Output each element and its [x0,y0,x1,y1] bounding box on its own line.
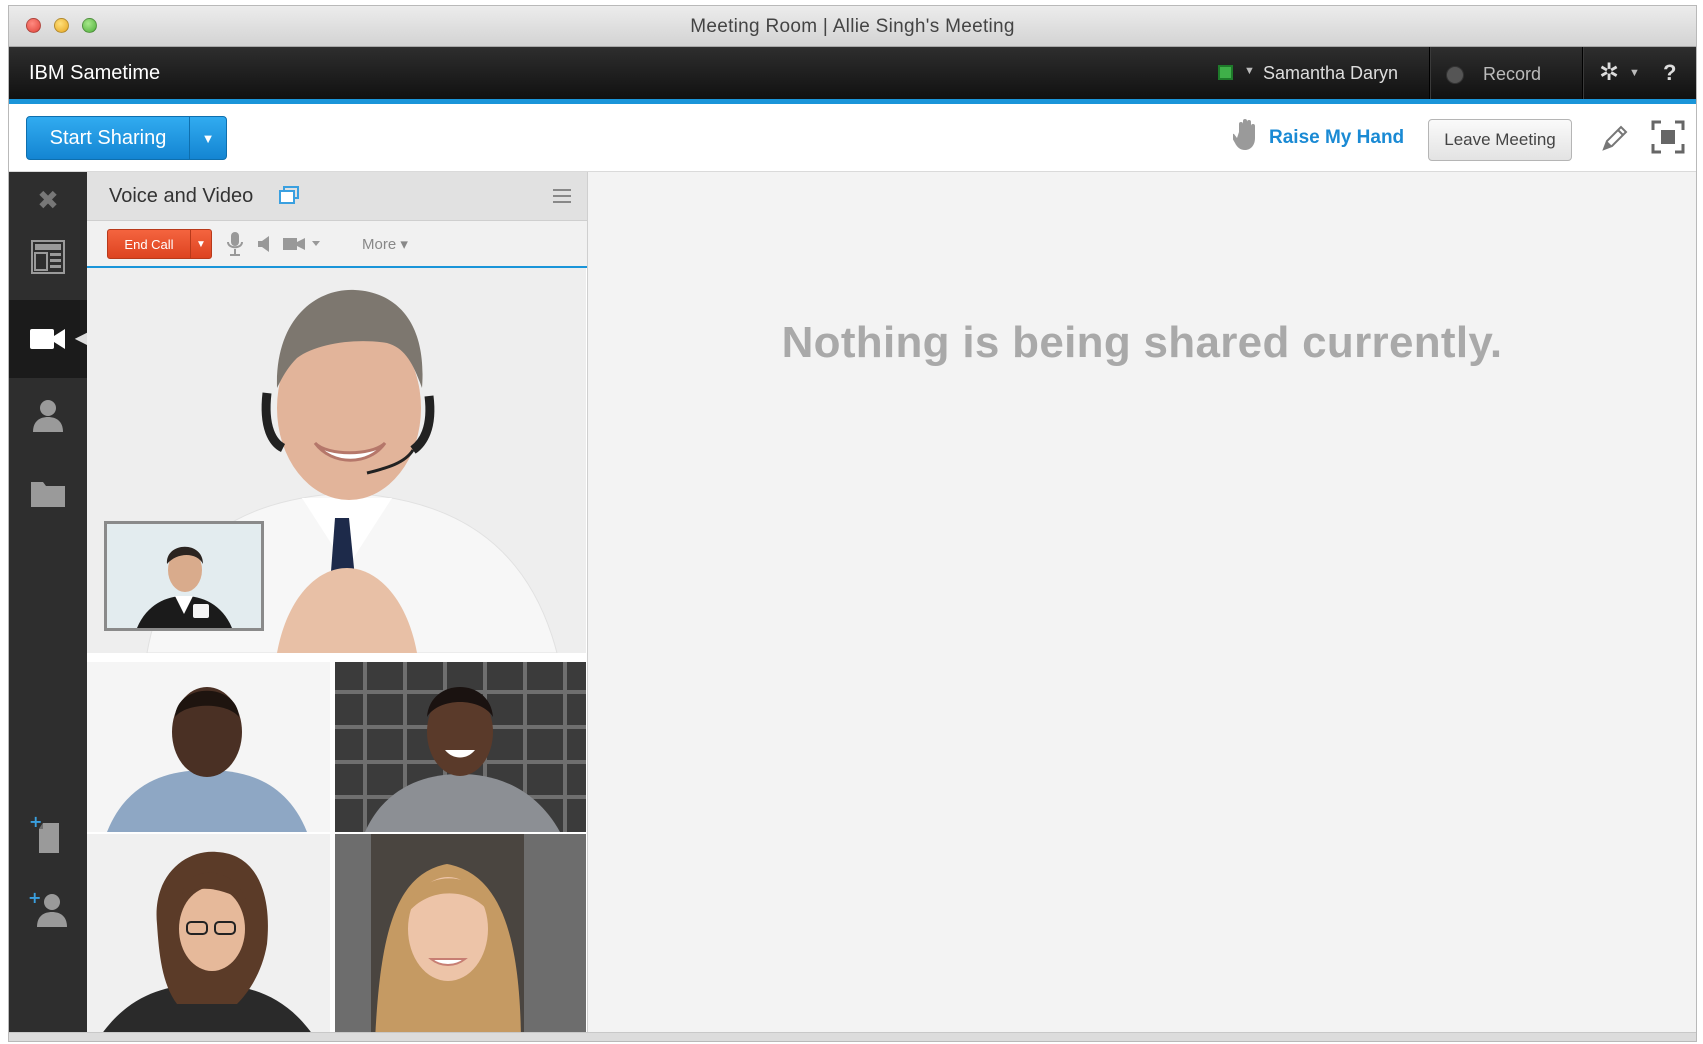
active-pointer-icon: ◀ [74,330,87,347]
leave-meeting-button[interactable]: Leave Meeting [1428,119,1572,161]
left-rail: ✖ ◀ + + [9,172,87,1041]
app-window: Meeting Room | Allie Singh's Meeting IBM… [8,5,1697,1042]
sharing-options-dropdown-icon[interactable]: ▼ [190,117,226,159]
raise-hand-icon[interactable] [1230,118,1261,157]
participant-video-3[interactable] [87,834,330,1041]
gear-icon[interactable]: ✲ [1599,58,1619,87]
voice-video-panel: Voice and Video End Call ▼ More ▾ [87,172,588,1041]
participant-video-4[interactable] [335,834,586,1041]
participant-video-1[interactable] [87,662,330,832]
status-indicator-icon[interactable] [1218,65,1233,80]
header-divider [1429,47,1430,99]
meeting-toolbar: Start Sharing ▼ Raise My Hand Leave Meet… [9,104,1696,172]
user-name[interactable]: Samantha Daryn [1263,63,1398,84]
close-panel-icon[interactable]: ✖ [9,180,87,220]
panel-title: Voice and Video [109,185,254,207]
layout-icon[interactable] [9,220,87,294]
self-view-image [107,524,261,628]
svg-text:+: + [28,889,41,907]
participant-2-image [335,662,586,832]
add-person-icon[interactable]: + [9,872,87,946]
settings-dropdown-icon[interactable]: ▼ [1629,67,1640,79]
window-footer [9,1032,1696,1041]
raise-hand-button[interactable]: Raise My Hand [1269,127,1404,149]
participant-1-image [87,662,330,832]
panel-menu-icon[interactable] [553,189,571,208]
status-dropdown-icon[interactable]: ▼ [1244,65,1255,77]
record-icon[interactable] [1446,66,1464,84]
add-file-icon[interactable]: + [9,798,87,872]
start-sharing-label[interactable]: Start Sharing [27,117,189,159]
window-titlebar: Meeting Room | Allie Singh's Meeting [9,6,1696,47]
nothing-shared-message: Nothing is being shared currently. [781,318,1503,367]
header-divider [1582,47,1583,99]
end-call-label[interactable]: End Call [108,230,190,258]
voice-video-header: Voice and Video [87,172,587,221]
folder-icon[interactable] [9,456,87,530]
participant-video-2[interactable] [335,662,586,832]
main-speaker-video[interactable] [87,268,586,653]
call-controls: End Call ▼ More ▾ [87,221,587,268]
popout-icon[interactable] [279,186,299,209]
record-button[interactable]: Record [1483,64,1541,85]
more-menu-button[interactable]: More ▾ [362,235,408,253]
person-icon[interactable] [9,378,87,452]
pencil-icon[interactable] [1599,122,1631,159]
speaker-icon[interactable] [257,235,271,258]
participant-3-image [87,834,330,1041]
end-call-dropdown-icon[interactable]: ▼ [191,230,211,258]
microphone-icon[interactable] [227,231,243,262]
video-camera-icon[interactable]: ◀ [9,300,87,378]
self-view-video[interactable] [104,521,264,631]
start-sharing-button[interactable]: Start Sharing ▼ [26,116,227,160]
help-button[interactable]: ? [1663,60,1676,86]
app-header: IBM Sametime ▼ Samantha Daryn Record ✲ ▼… [9,47,1696,99]
end-call-button[interactable]: End Call ▼ [107,229,212,259]
participant-4-image [335,834,586,1041]
fullscreen-icon[interactable] [1651,120,1685,159]
camera-toggle-icon[interactable] [283,237,323,256]
window-title: Meeting Room | Allie Singh's Meeting [690,16,1015,37]
sharing-stage: Nothing is being shared currently. [588,172,1696,1041]
app-name: IBM Sametime [29,62,161,84]
